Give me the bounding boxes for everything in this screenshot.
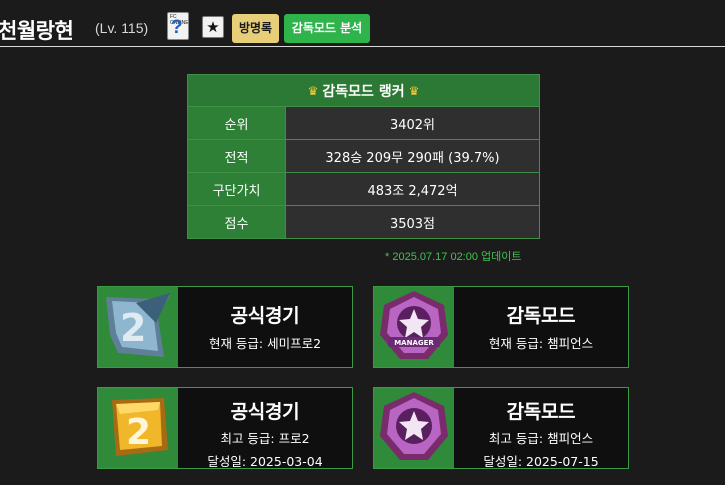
rank-label: 순위 — [187, 106, 286, 140]
club-value-value: 483조 2,472억 — [285, 172, 540, 206]
table-row: 점수 3503점 — [187, 205, 540, 239]
rank-value: 3402위 — [285, 106, 540, 140]
manager-mode-analysis-button[interactable]: 감독모드 분석 — [284, 14, 370, 43]
official-current-tier-card: 2 공식경기 현재 등급: 세미프로2 — [97, 286, 353, 368]
achieved-date: 달성일: 2025-03-04 — [207, 454, 323, 469]
pro2-badge-icon: 2 — [98, 388, 178, 468]
question-mark: ? — [171, 17, 183, 38]
semipro2-badge-icon: 2 — [98, 287, 178, 367]
manager-badge-text: MANAGER — [394, 339, 434, 347]
crown-icon: ♛ — [307, 83, 319, 98]
crown-icon: ♛ — [408, 83, 420, 98]
official-best-tier-card: 공식경기 최고 등급: 프로2 달성일: 2025-03-04 2 — [97, 387, 353, 469]
score-value: 3503점 — [285, 205, 540, 239]
ranker-title: 감독모드 랭커 — [322, 83, 405, 100]
update-timestamp: * 2025.07.17 02:00 업데이트 — [385, 251, 522, 263]
svg-text:2: 2 — [120, 306, 146, 350]
card-title: 공식경기 — [230, 305, 300, 327]
table-row: 전적 328승 209무 290패 (39.7%) — [187, 139, 540, 173]
current-tier: 현재 등급: 세미프로2 — [208, 336, 322, 351]
ranker-table-header: ♛ 감독모드 랭커 ♛ — [187, 74, 540, 107]
user-level: (Lv. 115) — [95, 20, 149, 36]
achieved-date: 달성일: 2025-07-15 — [483, 454, 599, 469]
record-value: 328승 209무 290패 (39.7%) — [285, 139, 540, 173]
card-title: 감독모드 — [506, 401, 576, 423]
ranker-title-cell: ♛ 감독모드 랭커 ♛ — [187, 74, 540, 107]
table-row: 순위 3402위 — [187, 106, 540, 140]
best-tier: 최고 등급: 프로2 — [220, 431, 310, 446]
record-label: 전적 — [187, 139, 286, 173]
card-title: 공식경기 — [230, 401, 300, 423]
username: 천월랑현 — [0, 19, 74, 43]
manager-best-tier-card: 감독모드 최고 등급: 챔피언스 달성일: 2025-07-15 — [373, 387, 629, 469]
profile-header: 천월랑현 (Lv. 115) FC ONLINE ? ★ 방명록 감독모드 분석 — [0, 0, 725, 47]
card-title: 감독모드 — [506, 305, 576, 327]
manager-ranker-table: ♛ 감독모드 랭커 ♛ 순위 3402위 전적 328승 209무 290패 (39… — [187, 74, 540, 239]
manager-current-tier-card: MANAGER 감독모드 현재 등급: 챔피언스 — [373, 286, 629, 368]
score-label: 점수 — [187, 205, 286, 239]
guestbook-button[interactable]: 방명록 — [232, 14, 279, 43]
champions-badge-icon — [374, 388, 454, 468]
current-tier: 현재 등급: 챔피언스 — [488, 336, 594, 351]
question-icon[interactable]: FC ONLINE ? — [167, 12, 189, 40]
table-row: 구단가치 483조 2,472억 — [187, 172, 540, 206]
best-tier: 최고 등급: 챔피언스 — [488, 431, 594, 446]
manager-champions-badge-icon: MANAGER — [374, 287, 454, 367]
club-value-label: 구단가치 — [187, 172, 286, 206]
svg-text:2: 2 — [126, 412, 151, 453]
star-icon[interactable]: ★ — [202, 16, 224, 38]
